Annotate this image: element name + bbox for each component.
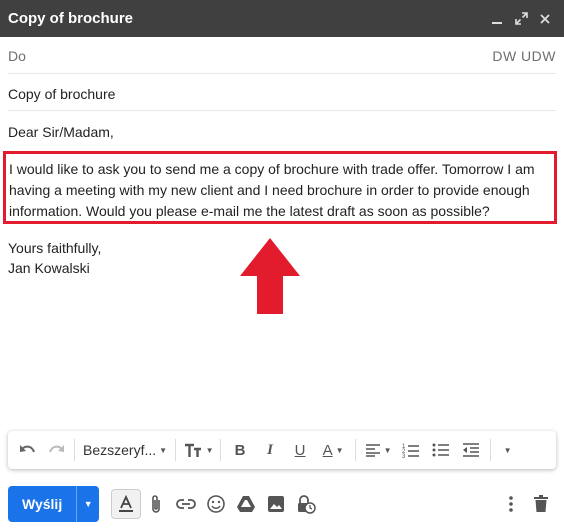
italic-icon[interactable]: I: [255, 436, 285, 464]
google-drive-icon[interactable]: [231, 489, 261, 519]
underline-icon[interactable]: U: [285, 436, 315, 464]
numbered-list-icon[interactable]: 123: [396, 436, 426, 464]
chevron-down-icon: ▼: [335, 445, 344, 455]
divider: [8, 73, 556, 74]
bold-icon[interactable]: B: [225, 436, 255, 464]
align-button[interactable]: ▼: [360, 436, 396, 464]
more-options-icon[interactable]: [496, 489, 526, 519]
send-button-group: Wyślij ▼: [8, 486, 100, 522]
window-title: Copy of brochure: [8, 10, 134, 27]
cc-bcc-link[interactable]: DW UDW: [492, 48, 556, 64]
discard-draft-icon[interactable]: [526, 489, 556, 519]
text-color-button[interactable]: A ▼: [315, 436, 351, 464]
confidential-mode-icon[interactable]: [291, 489, 321, 519]
bottom-toolbar: Wyślij ▼: [8, 486, 556, 522]
indent-less-icon[interactable]: [456, 436, 486, 464]
text-size-button[interactable]: ▼: [180, 436, 216, 464]
chevron-down-icon: ▼: [159, 445, 168, 455]
svg-text:3: 3: [402, 454, 406, 458]
toolbar-separator: [175, 439, 177, 461]
close-icon[interactable]: [534, 8, 556, 30]
formatting-toolbar: Bezszeryf... ▼ ▼ B I U A ▼ ▼ 123 ▼: [8, 431, 556, 469]
toolbar-separator: [220, 439, 222, 461]
bulleted-list-icon[interactable]: [426, 436, 456, 464]
schedule-send-chevron-icon[interactable]: ▼: [76, 486, 99, 522]
expand-icon[interactable]: [510, 8, 532, 30]
send-button[interactable]: Wyślij: [8, 486, 76, 522]
greeting-text: Dear Sir/Madam,: [8, 124, 114, 140]
formatting-options-icon[interactable]: [111, 489, 142, 519]
font-name: Bezszeryf...: [83, 442, 157, 458]
compose-titlebar: Copy of brochure: [0, 0, 564, 37]
chevron-down-icon: ▼: [383, 445, 392, 455]
attach-file-icon[interactable]: [141, 489, 171, 519]
toolbar-separator: [490, 439, 492, 461]
subject-field[interactable]: Copy of brochure: [8, 86, 556, 102]
redo-icon[interactable]: [42, 436, 70, 464]
recipients-row[interactable]: Do DW UDW: [8, 48, 556, 64]
divider: [8, 110, 556, 111]
more-formatting-icon[interactable]: ▼: [495, 436, 517, 464]
insert-photo-icon[interactable]: [261, 489, 291, 519]
insert-link-icon[interactable]: [171, 489, 201, 519]
chevron-down-icon: ▼: [205, 445, 214, 455]
to-label: Do: [8, 48, 26, 64]
toolbar-separator: [355, 439, 357, 461]
font-select[interactable]: Bezszeryf... ▼: [79, 436, 171, 464]
undo-icon[interactable]: [14, 436, 42, 464]
toolbar-separator: [74, 439, 75, 461]
minimize-icon[interactable]: [486, 8, 508, 30]
highlighted-paragraph: I would like to ask you to send me a cop…: [9, 161, 535, 219]
red-arrow-icon: [240, 238, 300, 314]
insert-emoji-icon[interactable]: [201, 489, 231, 519]
text-color-icon: A: [322, 441, 333, 459]
